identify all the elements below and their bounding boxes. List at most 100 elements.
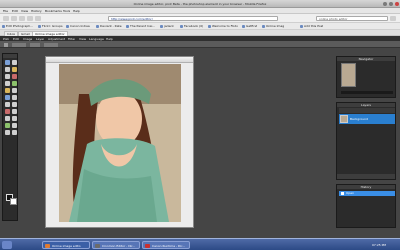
bookmark-item[interactable]: Edit Photograph...	[2, 24, 33, 29]
bookmark-item[interactable]: Flickr: Groups	[38, 24, 63, 29]
history-title: History	[337, 185, 395, 189]
menu-tools[interactable]: Tools	[63, 9, 70, 13]
background-color-swatch[interactable]	[10, 198, 17, 205]
move-tool-icon[interactable]	[12, 60, 17, 65]
bookmark-icon	[180, 24, 183, 28]
lasso-tool-icon[interactable]	[5, 67, 10, 72]
taskbar-clock: 07:25 PM	[372, 243, 386, 247]
minimize-icon[interactable]	[383, 2, 387, 6]
hand-tool-icon[interactable]	[5, 130, 10, 135]
menu-history[interactable]: History	[31, 9, 42, 13]
history-label: Open	[346, 191, 355, 195]
taskbar-item[interactable]: Canon Runtime - Dir...	[142, 241, 190, 249]
document-window	[45, 56, 194, 228]
layer-name: Background	[350, 117, 368, 121]
history-item[interactable]: Open	[339, 191, 395, 196]
tools-panel-header	[3, 54, 17, 58]
layers-footer	[337, 174, 395, 179]
clone-tool-icon[interactable]	[5, 88, 10, 93]
layer-thumbnail-icon	[340, 115, 348, 123]
bookmark-icon	[300, 24, 303, 28]
bookmark-item[interactable]: Canon Indiaa	[66, 24, 90, 29]
menu-bookmarks[interactable]: Bookmarks	[45, 9, 62, 13]
window-title: Online image editor, pixlr Beta - the ph…	[133, 2, 267, 6]
marquee-tool-icon[interactable]	[5, 60, 10, 65]
forward-icon[interactable]	[11, 16, 17, 21]
brush-tool-icon[interactable]	[12, 74, 17, 79]
zoom-slider[interactable]	[341, 91, 393, 94]
pencil-tool-icon[interactable]	[5, 81, 10, 86]
tool-grid	[5, 60, 17, 135]
navigator-title: Navigator	[337, 57, 395, 61]
url-bar[interactable]: http://www.pixlr.com/editor/	[108, 16, 278, 21]
search-text: online photo editor	[319, 17, 348, 21]
bookmark-icon	[38, 24, 41, 28]
blur-tool-icon[interactable]	[5, 102, 10, 107]
zoom-tool-icon[interactable]	[12, 130, 17, 135]
search-icon[interactable]	[390, 16, 396, 21]
bucket-tool-icon[interactable]	[5, 95, 10, 100]
url-text: http://www.pixlr.com/editor/	[111, 17, 153, 21]
app-icon	[95, 244, 100, 248]
smudge-tool-icon[interactable]	[12, 88, 17, 93]
menu-help[interactable]: Help	[73, 9, 80, 13]
history-icon	[341, 192, 344, 195]
reload-icon[interactable]	[19, 16, 25, 21]
history-panel: History Open	[336, 184, 396, 228]
shape-tool-icon[interactable]	[5, 123, 10, 128]
bookmark-item[interactable]: Facebook (0)	[180, 24, 203, 29]
gradient-tool-icon[interactable]	[12, 95, 17, 100]
bookmark-item[interactable]: Getfirst	[242, 24, 257, 29]
pixlr-app: Pixlr Edit Image Layer Adjustment Filter…	[0, 36, 400, 238]
bookmark-item[interactable]: Welcome to Fbdo	[208, 24, 238, 29]
close-icon[interactable]	[395, 2, 399, 6]
bookmark-icon	[96, 24, 99, 28]
navigator-panel: Navigator	[336, 56, 396, 98]
maximize-icon[interactable]	[389, 2, 393, 6]
dodge-tool-icon[interactable]	[5, 116, 10, 121]
burn-tool-icon[interactable]	[12, 116, 17, 121]
option-icon[interactable]	[4, 43, 8, 47]
start-button[interactable]	[2, 241, 12, 249]
layers-title: Layers	[337, 103, 395, 107]
taskbar-item[interactable]: Online image edito	[42, 241, 90, 249]
bookmark-icon	[208, 24, 211, 28]
sharpen-tool-icon[interactable]	[12, 102, 17, 107]
image-canvas[interactable]	[59, 64, 181, 222]
home-icon[interactable]	[35, 16, 41, 21]
option-field[interactable]	[30, 43, 40, 47]
layer-row-selected[interactable]: Background	[339, 114, 395, 124]
back-icon[interactable]	[3, 16, 9, 21]
bookmark-item[interactable]: jadeck	[160, 24, 174, 29]
bookmark-icon	[2, 24, 5, 28]
menu-file[interactable]: File	[3, 9, 8, 13]
redeye-tool-icon[interactable]	[5, 109, 10, 114]
eraser-tool-icon[interactable]	[12, 81, 17, 86]
bookmark-icon	[262, 24, 265, 28]
stop-icon[interactable]	[27, 16, 33, 21]
option-field[interactable]	[12, 43, 26, 47]
menu-edit[interactable]: Edit	[12, 9, 18, 13]
sponge-tool-icon[interactable]	[12, 109, 17, 114]
document-titlebar[interactable]	[46, 57, 193, 63]
bookmark-item[interactable]: Online Imag	[262, 24, 284, 29]
wand-tool-icon[interactable]	[12, 67, 17, 72]
layer-options-row[interactable]	[339, 108, 395, 113]
bookmark-icon	[66, 24, 69, 28]
bookmark-item[interactable]: The Parent Insi...	[126, 24, 155, 29]
menu-view[interactable]: View	[21, 9, 28, 13]
bookmark-item[interactable]: Add this Post	[300, 24, 323, 29]
navigator-thumbnail[interactable]	[341, 63, 356, 87]
tools-panel	[2, 53, 18, 221]
option-field[interactable]	[44, 43, 58, 47]
bookmarks-toolbar: Edit Photograph... Flickr: Groups Canon …	[0, 23, 400, 30]
taskbar: Online image edito Cinnmon Editor - Dir.…	[0, 238, 400, 250]
layers-panel: Layers Background	[336, 102, 396, 180]
bookmark-item[interactable]: Deviant - Rate	[96, 24, 122, 29]
text-tool-icon[interactable]	[12, 123, 17, 128]
taskbar-item[interactable]: Cinnmon Editor - Dir...	[92, 241, 140, 249]
search-input[interactable]: online photo editor	[316, 16, 388, 21]
window-titlebar: Online image editor, pixlr Beta - the ph…	[0, 0, 400, 8]
crop-tool-icon[interactable]	[5, 74, 10, 79]
bookmark-icon	[242, 24, 245, 28]
